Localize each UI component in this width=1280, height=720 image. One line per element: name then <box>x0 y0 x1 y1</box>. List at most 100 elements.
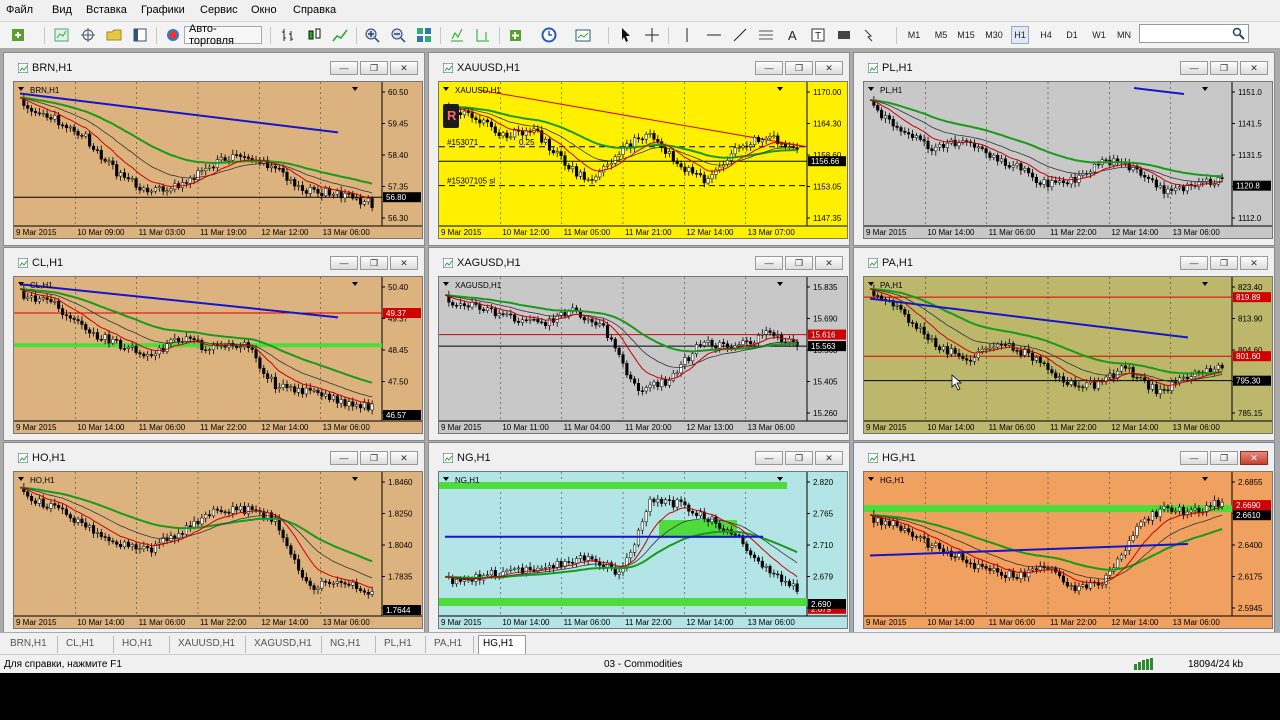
menu-item[interactable]: Вставка <box>86 4 127 16</box>
timeframe-m30-button[interactable]: M30 <box>983 26 1005 44</box>
maximize-icon[interactable]: ❐ <box>360 451 388 465</box>
chart-window-ho[interactable]: HO,H1 — ❐ ✕ HO,H1 1.8460 1.8250 1.8040 1.7835 1.7… <box>3 442 425 636</box>
vertical-line-icon[interactable] <box>678 26 696 44</box>
chart-window-brn[interactable]: BRN,H1 — ❐ ✕ BRN,H1 60.50 59.45 58.40 57.35 56.30… <box>3 52 425 246</box>
autotrade-button[interactable]: Авто-торговля <box>184 23 262 47</box>
minimize-icon[interactable]: — <box>1180 256 1208 270</box>
timeframe-m1-button[interactable]: M1 <box>906 26 922 44</box>
chart-window-hg[interactable]: HG,H1 —❐✕ HG,H1 2.6855 2.6610 2.6400 2.6175 2.5… <box>853 442 1275 636</box>
shapes-menu-icon[interactable] <box>861 26 885 44</box>
menu-item[interactable]: Окно <box>251 4 277 16</box>
timeframe-m5-button[interactable]: M5 <box>933 26 949 44</box>
price-chart[interactable]: PA,H1823.40813.90804.60795.30785.15819.8… <box>863 276 1273 434</box>
maximize-icon[interactable]: ❐ <box>785 61 813 75</box>
minimize-icon[interactable]: — <box>1180 451 1208 465</box>
text-tool-icon[interactable]: A <box>783 26 801 44</box>
search-icon[interactable] <box>1232 27 1245 43</box>
minimize-icon[interactable]: — <box>330 451 358 465</box>
chart-tab[interactable]: NG,H1 <box>326 636 376 653</box>
maximize-icon[interactable]: ❐ <box>1210 61 1238 75</box>
close-icon[interactable]: ✕ <box>1240 451 1268 465</box>
zoom-out-icon[interactable] <box>389 26 407 44</box>
autotrade-icon[interactable] <box>164 26 182 44</box>
chart-tab[interactable]: HG,H1 <box>478 635 526 654</box>
new-chart-icon[interactable] <box>10 26 34 44</box>
menu-item[interactable]: Вид <box>52 4 72 16</box>
chart-window-xagusd[interactable]: XAGUSD,H1 —❐✕ XAGUSD,H1 15.835 15.690 15.563 1… <box>428 247 850 441</box>
timeframe-d1-button[interactable]: D1 <box>1064 26 1080 44</box>
trendline-icon[interactable] <box>731 26 749 44</box>
close-icon[interactable]: ✕ <box>390 256 418 270</box>
folder-icon[interactable] <box>105 26 123 44</box>
menu-item[interactable]: Графики <box>141 4 185 16</box>
close-icon[interactable]: ✕ <box>815 61 843 75</box>
price-chart[interactable]: HG,H1 2.6855 2.6610 2.6400 2.6175 2.5945 2.669… <box>863 471 1273 629</box>
maximize-icon[interactable]: ❐ <box>785 451 813 465</box>
chart-tab[interactable]: PA,H1 <box>430 636 474 653</box>
close-icon[interactable]: ✕ <box>390 61 418 75</box>
maximize-icon[interactable]: ❐ <box>1210 256 1238 270</box>
chart-tab[interactable]: XAGUSD,H1 <box>250 636 322 653</box>
minimize-icon[interactable]: — <box>1180 61 1208 75</box>
minimize-icon[interactable]: — <box>755 256 783 270</box>
indicators-icon[interactable] <box>507 26 531 44</box>
chart-tab[interactable]: XAUUSD,H1 <box>174 636 246 653</box>
chart-window-xauusd[interactable]: XAUUSD,H1 — ❐ ✕ XAUUSD,H1 R #153071 0.25 #153071… <box>428 52 850 246</box>
chart-window-cl[interactable]: CL,H1—❐✕CL,H150.4049.3748.4547.5046.5749… <box>3 247 425 441</box>
horizontal-line-icon[interactable] <box>705 26 723 44</box>
menu-item[interactable]: Справка <box>293 4 336 16</box>
minimize-icon[interactable]: — <box>755 451 783 465</box>
text-label-icon[interactable]: T <box>809 26 827 44</box>
terminal-window-icon[interactable] <box>131 26 149 44</box>
line-chart-icon[interactable] <box>331 26 349 44</box>
autoscroll-icon[interactable] <box>448 26 466 44</box>
timeframe-h1-button[interactable]: H1 <box>1011 26 1029 44</box>
price-chart[interactable]: CL,H150.4049.3748.4547.5046.5749.3746.57… <box>13 276 423 434</box>
cursor-icon[interactable] <box>617 26 635 44</box>
timeframe-m15-button[interactable]: M15 <box>955 26 977 44</box>
price-chart[interactable]: XAUUSD,H1 R #153071 0.25 #15307105 sl 1170.00… <box>438 81 848 239</box>
market-watch-icon[interactable] <box>53 26 71 44</box>
timeframe-mn-button[interactable]: MN <box>1115 26 1133 44</box>
zoom-in-icon[interactable] <box>363 26 381 44</box>
price-chart[interactable]: PL,H11151.01141.51131.51121.81112.01120.… <box>863 81 1273 239</box>
price-chart[interactable]: NG,H12.8202.7652.7102.6792.6552.6792.690… <box>438 471 848 629</box>
price-chart[interactable]: BRN,H1 60.50 59.45 58.40 57.35 56.30 56.80 9 Ma… <box>13 81 423 239</box>
chart-tab[interactable]: PL,H1 <box>380 636 426 653</box>
chart-window-pl[interactable]: PL,H1—❐✕PL,H11151.01141.51131.51121.8111… <box>853 52 1275 246</box>
menu-item[interactable]: Файл <box>6 4 33 16</box>
minimize-icon[interactable]: — <box>755 61 783 75</box>
minimize-icon[interactable]: — <box>330 61 358 75</box>
periods-clock-icon[interactable] <box>540 26 564 44</box>
timeframe-h4-button[interactable]: H4 <box>1037 26 1055 44</box>
maximize-icon[interactable]: ❐ <box>1210 451 1238 465</box>
chart-shift-icon[interactable] <box>474 26 492 44</box>
maximize-icon[interactable]: ❐ <box>360 256 388 270</box>
chart-window-ng[interactable]: NG,H1—❐✕NG,H12.8202.7652.7102.6792.6552.… <box>428 442 850 636</box>
chart-window-pa[interactable]: PA,H1—❐✕PA,H1823.40813.90804.60795.30785… <box>853 247 1275 441</box>
candlestick-icon[interactable] <box>305 26 323 44</box>
tile-windows-icon[interactable] <box>415 26 433 44</box>
price-chart[interactable]: XAGUSD,H1 15.835 15.690 15.563 15.405 15.260 1… <box>438 276 848 434</box>
search-input[interactable] <box>1139 24 1249 43</box>
maximize-icon[interactable]: ❐ <box>360 61 388 75</box>
equidistant-channel-icon[interactable] <box>757 26 775 44</box>
arrow-label-icon[interactable] <box>835 26 853 44</box>
price-chart[interactable]: HO,H11.84601.82501.80401.78351.76441.764… <box>13 471 423 629</box>
minimize-icon[interactable]: — <box>330 256 358 270</box>
close-icon[interactable]: ✕ <box>390 451 418 465</box>
navigator-icon[interactable] <box>79 26 97 44</box>
close-icon[interactable]: ✕ <box>1240 256 1268 270</box>
timeframe-w1-button[interactable]: W1 <box>1091 26 1107 44</box>
chart-tab[interactable]: CL,H1 <box>62 636 114 653</box>
close-icon[interactable]: ✕ <box>1240 61 1268 75</box>
status-profile[interactable]: 03 - Commodities <box>604 659 682 670</box>
menu-item[interactable]: Сервис <box>200 4 238 16</box>
bar-chart-icon[interactable] <box>279 26 297 44</box>
chart-tab[interactable]: HO,H1 <box>118 636 170 653</box>
crosshair-icon[interactable] <box>643 26 661 44</box>
maximize-icon[interactable]: ❐ <box>785 256 813 270</box>
chart-tab[interactable]: BRN,H1 <box>6 636 58 653</box>
templates-icon[interactable] <box>574 26 598 44</box>
close-icon[interactable]: ✕ <box>815 256 843 270</box>
